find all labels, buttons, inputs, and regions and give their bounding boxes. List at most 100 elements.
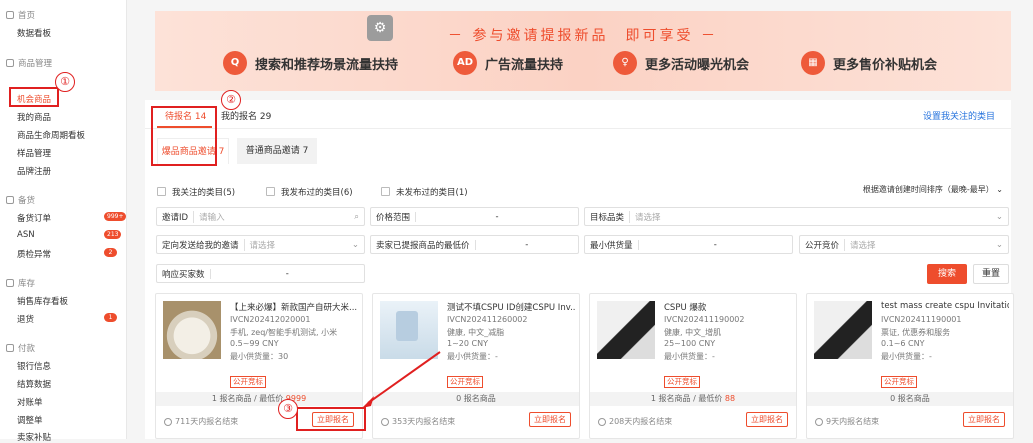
registration-stat: 1 报名商品 / 最低价 9999 (156, 392, 362, 406)
public-bid-tag: 公开竞标 (230, 376, 266, 388)
public-bid-tag: 公开竞标 (447, 376, 483, 388)
buyer-count-filter[interactable]: 响应买家数 - (156, 264, 365, 283)
home-icon (6, 11, 14, 19)
sidebar-item-subsidy[interactable]: 卖家补贴 (17, 431, 51, 443)
registration-stat: 0 报名商品 (373, 392, 579, 406)
highlight-register-button (296, 407, 366, 431)
sidebar-item-dashboard[interactable]: 数据看板 (17, 27, 51, 39)
chevron-down-icon: ⌄ (995, 239, 1003, 250)
sidebar-item-orders[interactable]: 备货订单 (17, 212, 51, 224)
sort-dropdown[interactable]: 根据邀请创建时间排序（最晚-最早） ⌄ (863, 184, 1003, 195)
product-code: IVCN202412020001 (230, 315, 311, 324)
tab-mine[interactable]: 我的报名 29 (221, 109, 271, 122)
directed-invite-filter[interactable]: 定向发送给我的邀请 请选择 ⌄ (156, 235, 365, 254)
product-image (163, 301, 221, 359)
target-category-filter[interactable]: 目标品类 请选择 ⌄ (584, 207, 1009, 226)
reset-button[interactable]: 重置 (973, 264, 1009, 284)
sidebar-item-sales-stock[interactable]: 销售库存看板 (17, 295, 68, 307)
tab-divider (145, 128, 1011, 129)
product-price: 0.5~99 CNY (230, 339, 279, 348)
sidebar-section-payment: 付款 (6, 342, 35, 354)
clock-icon (164, 417, 172, 426)
sidebar-item-my-products[interactable]: 我的商品 (17, 111, 51, 123)
register-button[interactable]: 立即报名 (746, 412, 788, 427)
wallet-icon (6, 344, 14, 352)
sidebar-item-asn[interactable]: ASN (17, 230, 35, 240)
deadline-text: 353天内报名结束 (381, 416, 455, 427)
search-icon: Q (223, 51, 247, 75)
sidebar-item-settlement[interactable]: 结算数据 (17, 378, 51, 390)
product-title: test mass create cspu Invitation (881, 301, 1009, 311)
qc-count-badge: 2 (104, 248, 117, 257)
min-price-filter[interactable]: 卖家已提报商品的最低价 - (370, 235, 579, 254)
sidebar-item-samples[interactable]: 样品管理 (17, 147, 51, 159)
clock-icon (598, 417, 606, 426)
promo-banner: ⚙ － 参与邀请提报新品 即可享受 － Q 搜索和推荐场景流量扶持 AD 广告流量扶… (155, 11, 1011, 91)
price-range-filter[interactable]: 价格范围 - (370, 207, 579, 226)
product-title: 测试不填CSPU ID创建CSPU Inv... (447, 303, 575, 313)
step-three-marker: ③ (278, 399, 298, 419)
product-title: 【上来必爆】新款国产自研大米... (230, 303, 358, 313)
banner-item-subsidy: ▦ 更多售价补贴机会 (801, 51, 937, 75)
banner-item-search: Q 搜索和推荐场景流量扶持 (223, 51, 398, 75)
search-icon: ⌕ (354, 211, 359, 222)
product-price: 1~20 CNY (447, 339, 488, 348)
step-two-marker: ② (221, 90, 241, 110)
product-supply: 最小供货量：30 (230, 352, 289, 361)
banner-item-ads: AD 广告流量扶持 (453, 51, 563, 75)
sidebar-item-adjustment[interactable]: 调整单 (17, 414, 43, 426)
sidebar-item-returns[interactable]: 退货 (17, 313, 34, 325)
orders-count-badge: 999+ (104, 212, 127, 221)
public-bid-filter[interactable]: 公开竞价 请选择 ⌄ (799, 235, 1009, 254)
product-code: IVCN202411190001 (881, 315, 962, 324)
checkbox-unpublished[interactable] (381, 187, 390, 196)
register-button[interactable]: 立即报名 (529, 412, 571, 427)
subtab-normal[interactable]: 普通商品邀请 7 (237, 138, 317, 164)
clock-icon (381, 417, 389, 426)
public-bid-tag: 公开竞标 (881, 376, 917, 388)
min-supply-filter[interactable]: 最小供货量 - (584, 235, 793, 254)
sidebar-section-stock: 备货 (6, 194, 35, 206)
product-image (597, 301, 655, 359)
banner-title: － 参与邀请提报新品 即可享受 － (448, 28, 718, 44)
returns-count-badge: 1 (104, 313, 117, 322)
settings-category-link[interactable]: 设置我关注的类目 (923, 109, 995, 122)
deadline-text: 9天内报名结束 (815, 416, 879, 427)
checkbox-followed[interactable] (157, 187, 166, 196)
asn-count-badge: 213 (104, 230, 122, 239)
highlight-opportunity-products (9, 87, 59, 107)
chevron-down-icon: ⌄ (995, 211, 1003, 222)
product-price: 25~100 CNY (664, 339, 716, 348)
search-button[interactable]: 搜索 (927, 264, 967, 284)
product-category: 手机, zeq/智能手机测试, 小米 (230, 328, 338, 337)
sidebar-section-products: 商品管理 (6, 57, 52, 69)
checkbox-unpublished-label: 未发布过的类目(1) (396, 187, 468, 198)
chevron-down-icon: ⌄ (996, 185, 1003, 194)
step-one-marker: ① (55, 72, 75, 92)
product-category: 票证, 优惠券和服务 (881, 328, 951, 337)
sidebar-section-home: 首页 (6, 9, 35, 21)
sidebar-item-statement[interactable]: 对账单 (17, 396, 43, 408)
product-card[interactable]: 测试不填CSPU ID创建CSPU Inv... IVCN20241126000… (372, 293, 580, 439)
invite-id-filter[interactable]: 邀请ID 请输入 ⌕ (156, 207, 365, 226)
sidebar-item-bank[interactable]: 银行信息 (17, 360, 51, 372)
product-code: IVCN202411260002 (447, 315, 528, 324)
invite-id-input[interactable]: 请输入 (193, 210, 354, 223)
product-card[interactable]: CSPU 爆款 IVCN202411190002 健康, 中文_增肌 25~10… (589, 293, 797, 439)
chevron-down-icon: ⌄ (351, 239, 359, 250)
product-image (814, 301, 872, 359)
sidebar-item-qc[interactable]: 质检异常 (17, 248, 51, 260)
sidebar-item-lifecycle[interactable]: 商品生命周期看板 (17, 129, 85, 141)
bottle-shape (396, 311, 418, 341)
product-supply: 最小供货量：- (664, 352, 715, 361)
register-button[interactable]: 立即报名 (963, 412, 1005, 427)
product-card[interactable]: test mass create cspu Invitation IVCN202… (806, 293, 1014, 439)
sidebar-item-brand[interactable]: 品牌注册 (17, 165, 51, 177)
box-icon (6, 59, 14, 67)
deadline-text: 208天内报名结束 (598, 416, 672, 427)
product-code: IVCN202411190002 (664, 315, 745, 324)
warehouse-icon (6, 279, 14, 287)
product-title: CSPU 爆款 (664, 303, 707, 313)
coupon-icon: ▦ (801, 51, 825, 75)
checkbox-published[interactable] (266, 187, 275, 196)
